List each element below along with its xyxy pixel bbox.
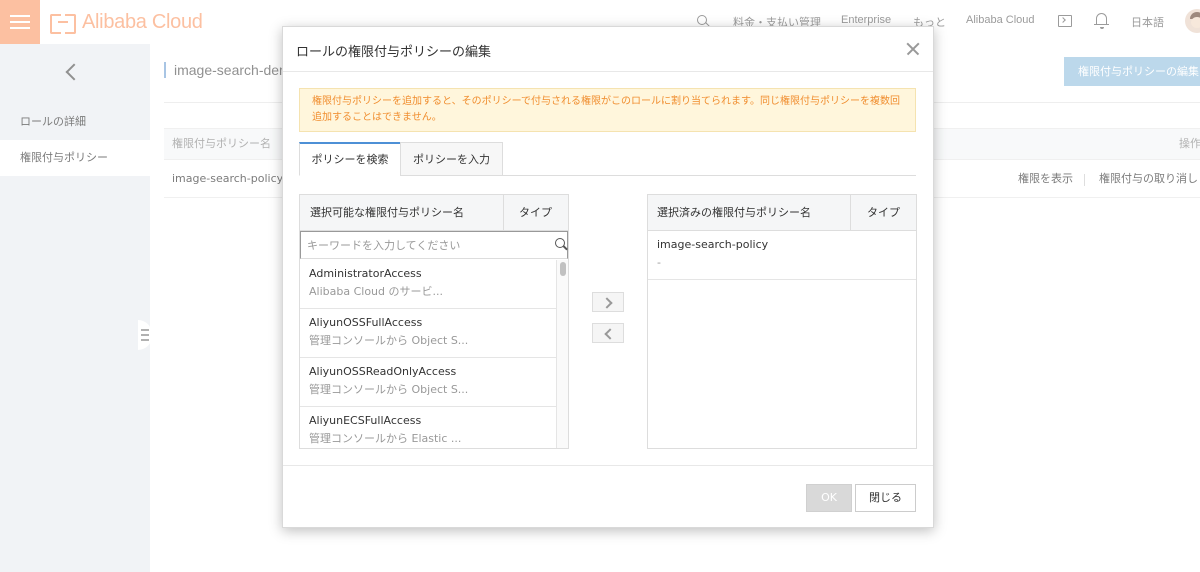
policy-name: AliyunOSSFullAccess xyxy=(309,316,423,329)
divider xyxy=(283,71,933,72)
header-divider xyxy=(503,195,504,231)
selected-header-name: 選択済みの権限付与ポリシー名 xyxy=(657,206,811,219)
policy-name: AliyunECSFullAccess xyxy=(309,414,422,427)
available-policy-list: AdministratorAccess Alibaba Cloud のサービ..… xyxy=(300,260,568,448)
remove-policy-arrow-icon[interactable] xyxy=(592,323,624,343)
policy-name: image-search-policy xyxy=(657,238,769,251)
available-header-type: タイプ xyxy=(519,206,552,219)
scrollbar-thumb[interactable] xyxy=(560,262,566,276)
policy-description: Alibaba Cloud のサービ... xyxy=(309,285,443,298)
ok-button[interactable]: OK xyxy=(806,484,852,512)
policy-description: 管理コンソールから Elastic ... xyxy=(309,432,462,445)
available-policies-panel: 選択可能な権限付与ポリシー名 タイプ AdministratorAccess A… xyxy=(299,194,569,449)
close-button[interactable]: 閉じる xyxy=(855,484,916,512)
scrollbar[interactable] xyxy=(556,260,568,448)
policy-search-input[interactable] xyxy=(307,236,547,254)
add-policy-arrow-icon[interactable] xyxy=(592,292,624,312)
available-header-name: 選択可能な権限付与ポリシー名 xyxy=(310,206,464,219)
available-panel-header: 選択可能な権限付与ポリシー名 タイプ xyxy=(300,195,568,231)
policy-name: AliyunOSSReadOnlyAccess xyxy=(309,365,457,378)
header-divider xyxy=(850,195,851,231)
search-icon[interactable] xyxy=(555,238,565,248)
policy-description: - xyxy=(657,256,661,269)
edit-policy-dialog: ロールの権限付与ポリシーの編集 権限付与ポリシーを追加すると、そのポリシーで付与… xyxy=(282,26,934,528)
tab-input-policy[interactable]: ポリシーを入力 xyxy=(400,142,503,176)
divider xyxy=(283,465,933,466)
selected-panel-header: 選択済みの権限付与ポリシー名 タイプ xyxy=(648,195,916,231)
tab-bar: ポリシーを検索 ポリシーを入力 xyxy=(299,142,916,176)
list-item[interactable]: AliyunECSFullAccess 管理コンソールから Elastic ..… xyxy=(300,407,556,448)
list-item[interactable]: AliyunOSSReadOnlyAccess 管理コンソールから Object… xyxy=(300,358,556,407)
policy-description: 管理コンソールから Object S... xyxy=(309,383,469,396)
list-item[interactable]: AdministratorAccess Alibaba Cloud のサービ..… xyxy=(300,260,556,309)
policy-search-box xyxy=(300,231,568,259)
selected-header-type: タイプ xyxy=(867,206,900,219)
dialog-title: ロールの権限付与ポリシーの編集 xyxy=(296,45,492,60)
policy-description: 管理コンソールから Object S... xyxy=(309,334,469,347)
policy-name: AdministratorAccess xyxy=(309,267,422,280)
list-item[interactable]: AliyunOSSFullAccess 管理コンソールから Object S..… xyxy=(300,309,556,358)
notice-banner: 権限付与ポリシーを追加すると、そのポリシーで付与される権限がこのロールに割り当て… xyxy=(299,88,916,132)
selected-policies-panel: 選択済みの権限付与ポリシー名 タイプ image-search-policy - xyxy=(647,194,917,449)
list-item[interactable]: image-search-policy - xyxy=(648,231,916,280)
tab-search-policy[interactable]: ポリシーを検索 xyxy=(299,142,401,176)
close-icon[interactable] xyxy=(903,39,923,59)
